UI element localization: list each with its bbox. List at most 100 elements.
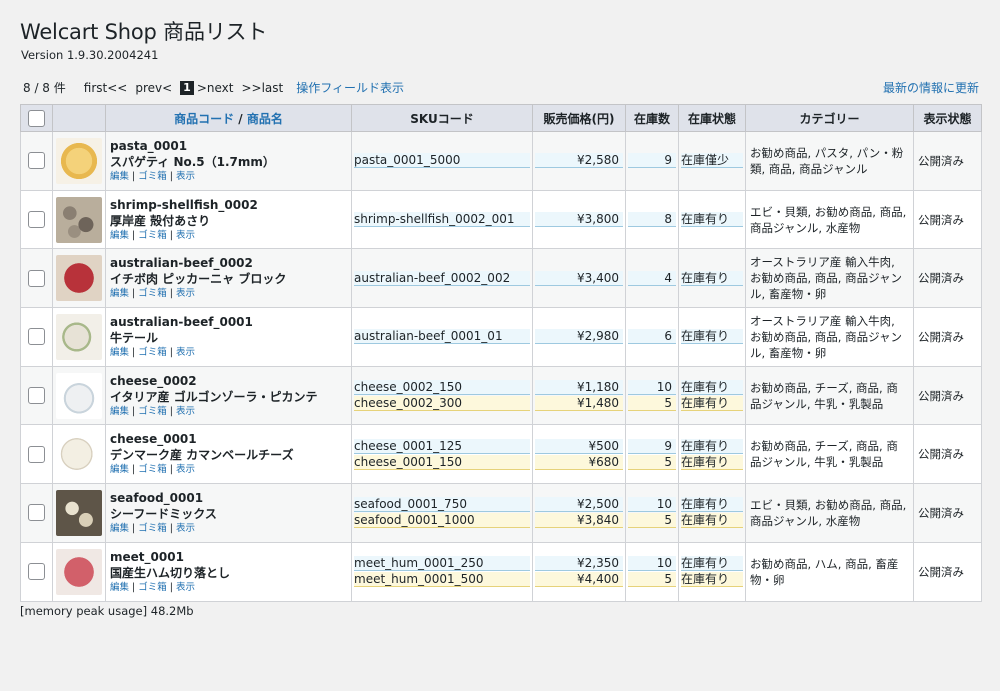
row-checkbox[interactable]	[28, 445, 45, 463]
row-checkbox[interactable]	[28, 504, 45, 522]
row-checkbox[interactable]	[28, 269, 45, 287]
action-separator: |	[132, 346, 136, 358]
row-display-status: 公開済み	[913, 248, 982, 309]
first-page-link[interactable]: first<<	[84, 81, 128, 95]
trash-link[interactable]: ゴミ箱	[138, 523, 167, 534]
camembert-thumbnail[interactable]	[56, 431, 102, 478]
sort-by-code-link[interactable]: 商品コード	[174, 112, 234, 126]
operation-field-toggle-link[interactable]: 操作フィールド表示	[296, 79, 404, 96]
edit-link[interactable]: 編集	[110, 347, 129, 358]
refresh-link[interactable]: 最新の情報に更新	[883, 79, 979, 96]
edit-link[interactable]: 編集	[110, 523, 129, 534]
sku-price: ¥680	[535, 454, 623, 470]
row-category-cell: オーストラリア産 輸入牛肉, お勧め商品, 商品, 商品ジャンル, 畜産物・卵	[745, 248, 914, 309]
edit-link[interactable]: 編集	[110, 230, 129, 241]
item-name: シーフードミックス	[110, 506, 217, 521]
view-link[interactable]: 表示	[176, 230, 195, 241]
action-separator: |	[132, 229, 136, 241]
row-checkbox[interactable]	[28, 328, 45, 346]
edit-link[interactable]: 編集	[110, 171, 129, 182]
row-stock-cell: 10 5	[625, 365, 679, 426]
view-link[interactable]: 表示	[176, 406, 195, 417]
sku-status: 在庫有り	[681, 396, 743, 412]
next-page-link[interactable]: >next	[197, 81, 234, 95]
table-header-row: 商品コード / 商品名 SKUコード 販売価格(円) 在庫数 在庫状態 カテゴリ…	[20, 104, 982, 132]
gorgonzola-thumbnail[interactable]	[56, 372, 102, 419]
row-checkbox[interactable]	[28, 152, 45, 170]
trash-link[interactable]: ゴミ箱	[138, 347, 167, 358]
sku-stock: 10	[628, 497, 676, 513]
row-select-cell	[20, 189, 53, 250]
item-code: australian-beef_0002	[110, 256, 253, 271]
action-separator: |	[132, 288, 136, 300]
trash-link[interactable]: ゴミ箱	[138, 406, 167, 417]
row-stock-cell: 4	[625, 248, 679, 309]
view-link[interactable]: 表示	[176, 171, 195, 182]
row-select-cell	[20, 365, 53, 426]
action-separator: |	[169, 464, 173, 476]
beef-thumbnail[interactable]	[56, 255, 102, 302]
row-thumbnail-cell	[52, 131, 106, 191]
oxtail-thumbnail[interactable]	[56, 313, 102, 360]
item-name: デンマーク産 カマンベールチーズ	[110, 448, 294, 463]
ham-thumbnail[interactable]	[56, 548, 102, 595]
edit-link[interactable]: 編集	[110, 582, 129, 593]
action-separator: |	[132, 464, 136, 476]
row-stock-status-cell: 在庫僅少	[678, 131, 746, 191]
sku-stock: 5	[628, 396, 676, 412]
action-separator: |	[169, 288, 173, 300]
edit-link[interactable]: 編集	[110, 464, 129, 475]
row-display-status: 公開済み	[913, 307, 982, 367]
row-sku-cell: australian-beef_0001_01	[351, 307, 533, 367]
item-code: meet_0001	[110, 549, 184, 564]
row-price-cell: ¥3,800	[532, 189, 626, 250]
row-checkbox[interactable]	[28, 211, 45, 229]
header-select-all	[20, 104, 53, 132]
row-checkbox[interactable]	[28, 563, 45, 581]
sku-status: 在庫有り	[681, 438, 743, 454]
sku-status: 在庫有り	[681, 454, 743, 470]
row-price-cell: ¥1,180 ¥1,480	[532, 365, 626, 426]
sku-status: 在庫僅少	[681, 153, 743, 169]
table-row: meet_0001 国産生ハム切り落とし 編集 | ゴミ箱 | 表示 meet_hum_…	[20, 541, 982, 602]
sku-sku: seafood_0001_750	[354, 497, 530, 513]
select-all-checkbox[interactable]	[28, 109, 45, 127]
view-link[interactable]: 表示	[176, 288, 195, 299]
seafood-thumbnail[interactable]	[56, 489, 102, 536]
row-stock-cell: 10 5	[625, 541, 679, 602]
row-select-cell	[20, 424, 53, 485]
sku-price: ¥2,580	[535, 153, 623, 169]
trash-link[interactable]: ゴミ箱	[138, 288, 167, 299]
row-actions: 編集 | ゴミ箱 | 表示	[110, 405, 351, 418]
view-link[interactable]: 表示	[176, 523, 195, 534]
sort-by-name-link[interactable]: 商品名	[247, 112, 283, 126]
item-name: イチボ肉 ピッカーニャ ブロック	[110, 272, 287, 287]
sku-price: ¥2,350	[535, 556, 623, 572]
trash-link[interactable]: ゴミ箱	[138, 230, 167, 241]
edit-link[interactable]: 編集	[110, 288, 129, 299]
sku-stock: 8	[628, 212, 676, 228]
edit-link[interactable]: 編集	[110, 406, 129, 417]
view-link[interactable]: 表示	[176, 347, 195, 358]
view-link[interactable]: 表示	[176, 464, 195, 475]
trash-link[interactable]: ゴミ箱	[138, 171, 167, 182]
sku-stock: 5	[628, 454, 676, 470]
row-stock-status-cell: 在庫有り	[678, 189, 746, 250]
sku-status: 在庫有り	[681, 572, 743, 588]
view-link[interactable]: 表示	[176, 582, 195, 593]
prev-page-link[interactable]: prev<	[135, 81, 172, 95]
trash-link[interactable]: ゴミ箱	[138, 582, 167, 593]
item-code: seafood_0001	[110, 490, 204, 505]
sku-stock: 6	[628, 329, 676, 345]
row-category-cell: お勧め商品, ハム, 商品, 畜産物・卵	[745, 541, 914, 602]
pasta-thumbnail[interactable]	[56, 137, 102, 184]
clams-thumbnail[interactable]	[56, 196, 102, 243]
row-actions: 編集 | ゴミ箱 | 表示	[110, 287, 351, 300]
trash-link[interactable]: ゴミ箱	[138, 464, 167, 475]
last-page-link[interactable]: >>last	[241, 81, 283, 95]
row-display-status: 公開済み	[913, 541, 982, 602]
sku-sku: cheese_0002_150	[354, 380, 530, 396]
row-checkbox[interactable]	[28, 387, 45, 405]
header-stock: 在庫数	[625, 104, 679, 132]
table-row: australian-beef_0002 イチボ肉 ピッカーニャ ブロック 編集…	[20, 248, 982, 309]
